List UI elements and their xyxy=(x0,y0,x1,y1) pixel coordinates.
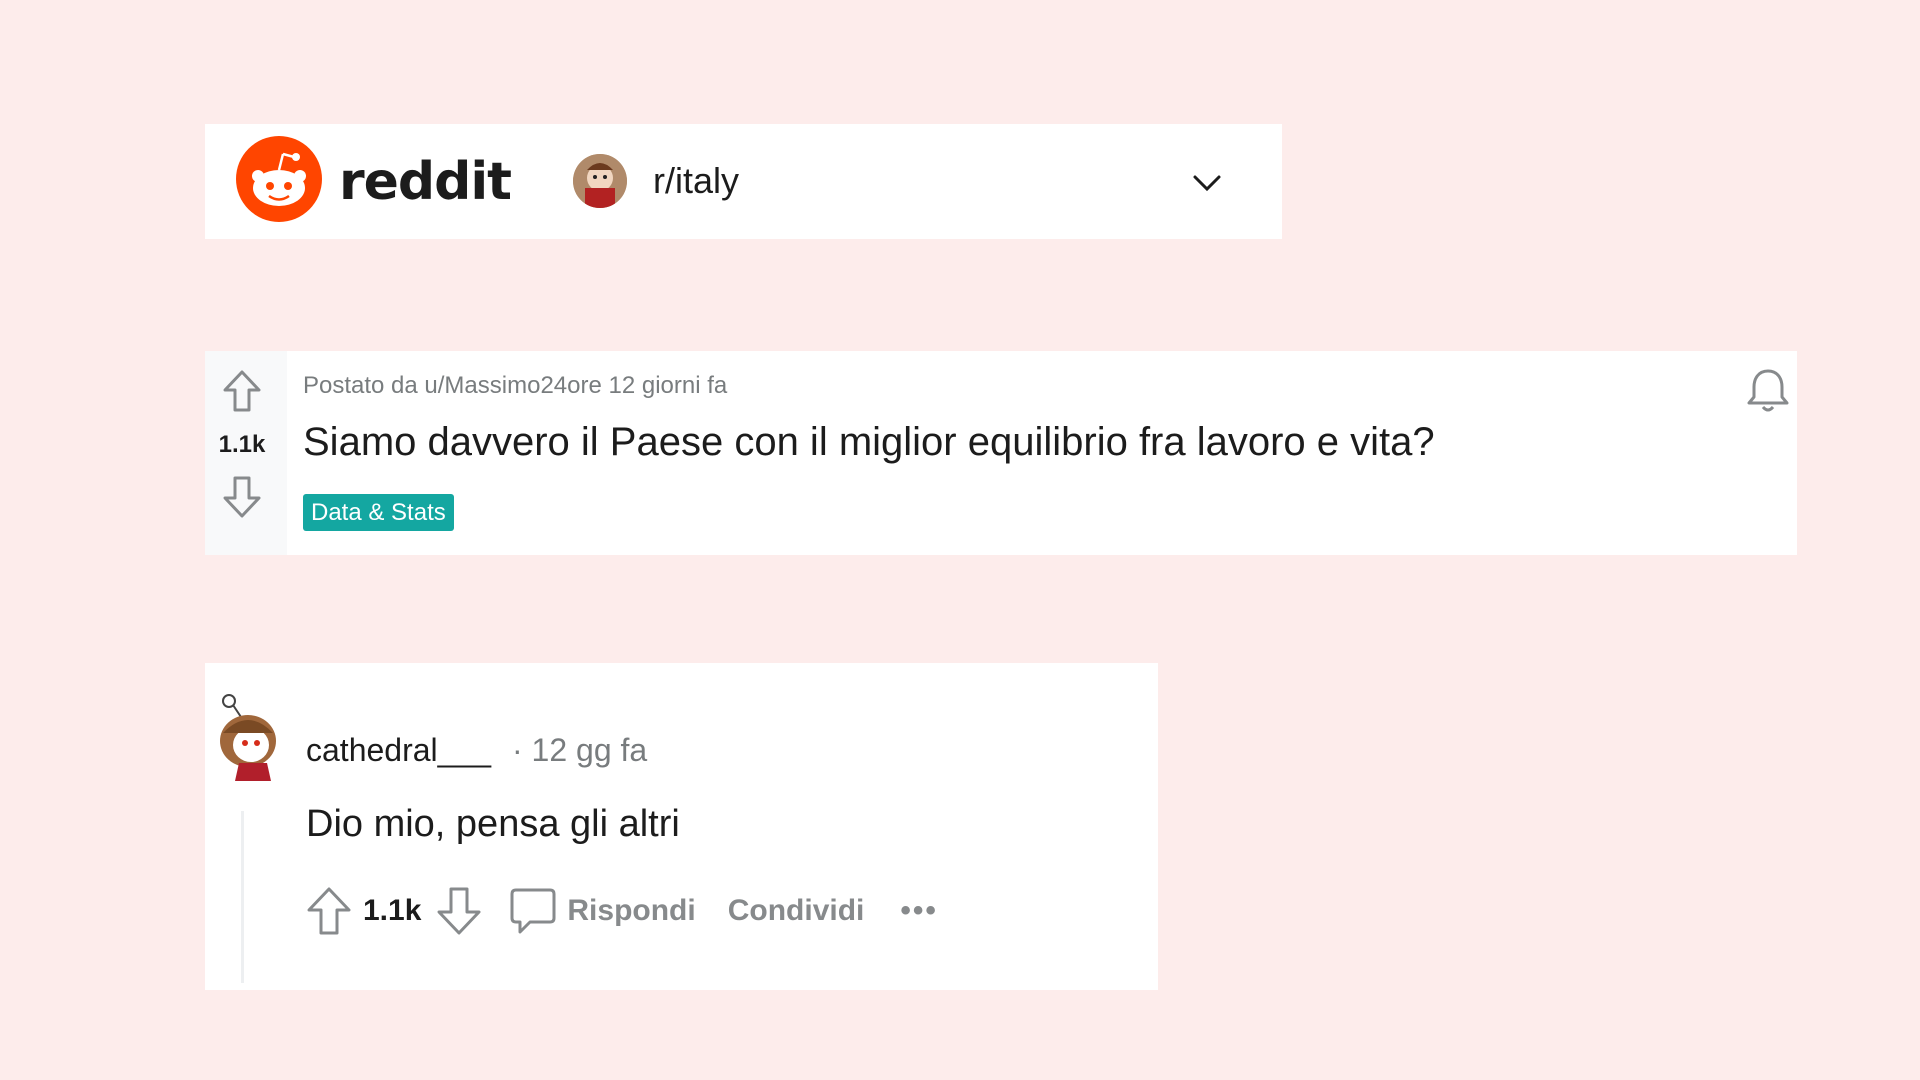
post-meta: Postato da u/Massimo24ore 12 giorni fa xyxy=(303,372,728,399)
comment-icon[interactable] xyxy=(505,883,561,939)
subreddit-name[interactable]: r/italy xyxy=(653,160,739,202)
bell-icon[interactable] xyxy=(1743,365,1793,415)
upvote-icon[interactable] xyxy=(301,883,357,939)
reply-button[interactable]: Rispondi xyxy=(567,894,695,928)
downvote-icon[interactable] xyxy=(218,473,266,521)
upvote-icon[interactable] xyxy=(218,367,266,415)
downvote-icon[interactable] xyxy=(431,883,487,939)
comment-author[interactable]: cathedral___ xyxy=(306,731,491,769)
comment-action-bar: 1.1k Rispondi Condividi ••• xyxy=(301,881,938,941)
post-flair[interactable]: Data & Stats xyxy=(303,494,454,531)
comment-timestamp: · 12 gg fa xyxy=(512,732,648,768)
subreddit-avatar[interactable] xyxy=(573,154,627,208)
thread-line[interactable] xyxy=(241,811,244,983)
subreddit-header: reddit r/italy xyxy=(205,124,1282,239)
chevron-down-icon[interactable] xyxy=(1188,164,1226,202)
more-icon[interactable]: ••• xyxy=(900,894,938,928)
reddit-logo-icon[interactable] xyxy=(236,136,322,222)
post-vote-column: 1.1k xyxy=(205,351,287,555)
post-card[interactable]: 1.1k Postato da u/Massimo24ore 12 giorni… xyxy=(205,351,1797,555)
post-title[interactable]: Siamo davvero il Paese con il miglior eq… xyxy=(303,417,1435,467)
share-button[interactable]: Condividi xyxy=(728,894,865,928)
comment-body: Dio mio, pensa gli altri xyxy=(306,803,680,845)
post-vote-count: 1.1k xyxy=(218,431,266,458)
reddit-wordmark: reddit xyxy=(339,152,512,212)
comment-vote-count: 1.1k xyxy=(363,894,422,927)
commenter-avatar[interactable] xyxy=(211,693,285,783)
comment-card: cathedral___ · 12 gg fa Dio mio, pensa g… xyxy=(205,663,1158,990)
